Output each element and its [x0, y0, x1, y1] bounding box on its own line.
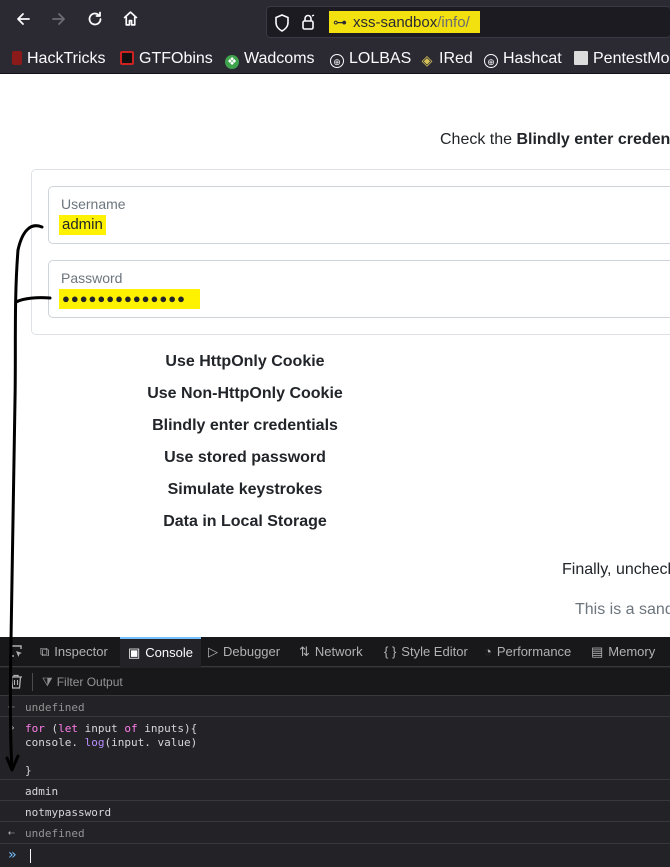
tab-network[interactable]: ⇅ Network	[299, 637, 363, 667]
filter-output-input[interactable]: ⧩ Filter Output	[42, 672, 442, 692]
forward-arrow-icon[interactable]	[44, 7, 74, 37]
prompt-chevron-icon: »	[8, 847, 17, 863]
option-blindly-enter-credentials[interactable]: Blindly enter credentials	[140, 412, 350, 444]
finally-text: Finally, unchecl	[562, 561, 670, 578]
console-filter-bar: ⧩ Filter Output	[0, 668, 670, 696]
bookmark-gtfobins[interactable]: GTFObins	[120, 48, 213, 70]
option-list: Use HttpOnly Cookie Use Non-HttpOnly Coo…	[140, 348, 350, 540]
ired-icon: ◈	[421, 52, 433, 68]
tab-console[interactable]: ▣ Console	[120, 637, 201, 667]
instruction-text: Check the Blindly enter credenti	[440, 131, 670, 148]
bookmark-ired[interactable]: ◈ IRed	[420, 48, 473, 70]
home-icon[interactable]	[115, 7, 145, 37]
option-non-httponly-cookie[interactable]: Use Non-HttpOnly Cookie	[140, 380, 350, 412]
result-arrow-icon: ⇠	[8, 700, 15, 713]
username-field[interactable]: Username admin	[48, 186, 670, 244]
network-icon: ⇅	[299, 644, 310, 659]
password-value[interactable]: ●●●●●●●●●●●●●●	[59, 289, 200, 309]
bookmark-wadcoms[interactable]: ❖ Wadcoms	[225, 48, 315, 70]
username-value[interactable]: admin	[59, 215, 106, 235]
memory-chip-icon: ▤	[591, 644, 604, 659]
inspector-icon: ⧉	[40, 644, 50, 659]
hacktricks-icon	[12, 51, 22, 65]
console-log-message: notmypassword	[0, 801, 670, 822]
option-simulate-keystrokes[interactable]: Simulate keystrokes	[140, 476, 350, 508]
wadcoms-icon: ❖	[225, 55, 239, 69]
bookmark-hacktricks[interactable]: HackTricks	[12, 48, 106, 70]
element-picker-icon[interactable]	[8, 637, 24, 667]
devtools-tab-bar: ⧉ Inspector ▣ Console ▷ Debugger ⇅ Network {…	[0, 637, 670, 667]
trash-icon[interactable]	[9, 674, 23, 689]
key-icon: ⊶	[333, 14, 347, 30]
password-label: Password	[61, 270, 123, 286]
input-chevron-icon: »	[8, 721, 15, 734]
tab-inspector[interactable]: ⧉ Inspector	[40, 637, 108, 667]
bookmark-lolbas[interactable]: ⊕ LOLBAS	[330, 48, 411, 70]
tab-performance[interactable]: ◔ Performance	[484, 637, 571, 667]
lock-icon[interactable]	[301, 13, 315, 35]
sandbox-note: This is a sand	[575, 601, 670, 618]
gtfobins-icon	[120, 51, 134, 65]
bookmarks-bar: HackTricks GTFObins ❖ Wadcoms ⊕ LOLBAS ◈ IR…	[0, 44, 670, 74]
gauge-icon: ◔	[484, 644, 492, 659]
url-bar[interactable]: ⊶ xss-sandbox/info/	[266, 6, 670, 38]
console-result: ⇠ undefined	[0, 697, 670, 717]
tab-debugger[interactable]: ▷ Debugger	[208, 637, 280, 667]
devtools-panel: ⧉ Inspector ▣ Console ▷ Debugger ⇅ Network {…	[0, 637, 670, 867]
console-output: ⇠ undefined » for (let input of inputs){…	[0, 697, 670, 867]
debugger-icon: ▷	[208, 644, 218, 659]
option-stored-password[interactable]: Use stored password	[140, 444, 350, 476]
reload-icon[interactable]	[80, 7, 110, 37]
url-text[interactable]: ⊶ xss-sandbox/info/	[329, 11, 480, 33]
browser-toolbar: ⊶ xss-sandbox/info/	[0, 0, 670, 44]
back-arrow-icon[interactable]	[8, 7, 38, 37]
console-prompt[interactable]: »	[0, 845, 670, 867]
username-label: Username	[61, 196, 126, 212]
option-httponly-cookie[interactable]: Use HttpOnly Cookie	[140, 348, 350, 380]
pentestmonkey-icon	[574, 51, 588, 65]
globe-icon: ⊕	[484, 54, 498, 68]
page-content: Check the Blindly enter credenti Usernam…	[0, 74, 670, 637]
bookmark-pentestmonkey[interactable]: PentestMo	[574, 48, 669, 70]
tracking-shield-icon[interactable]	[274, 14, 290, 36]
result-arrow-icon: ⇠	[8, 826, 15, 839]
option-local-storage[interactable]: Data in Local Storage	[140, 508, 350, 540]
text-cursor	[30, 849, 31, 863]
credentials-form: Username admin Password ●●●●●●●●●●●●●●	[31, 169, 670, 335]
console-log-message: admin	[0, 780, 670, 801]
braces-icon: { }	[384, 644, 397, 659]
console-icon: ▣	[128, 645, 141, 660]
url-host: xss-sandbox	[353, 14, 438, 31]
bookmark-hashcat[interactable]: ⊕ Hashcat	[484, 48, 562, 70]
filter-separator	[32, 673, 33, 691]
console-input-command: » for (let input of inputs){ console. lo…	[0, 717, 670, 780]
tab-style-editor[interactable]: { } Style Editor	[384, 637, 468, 667]
globe-icon: ⊕	[330, 54, 344, 68]
password-field[interactable]: Password ●●●●●●●●●●●●●●	[48, 260, 670, 318]
filter-icon: ⧩	[42, 675, 53, 689]
url-path: /info/	[437, 14, 470, 31]
console-result: ⇠ undefined	[0, 822, 670, 844]
tab-memory[interactable]: ▤ Memory	[591, 637, 655, 667]
